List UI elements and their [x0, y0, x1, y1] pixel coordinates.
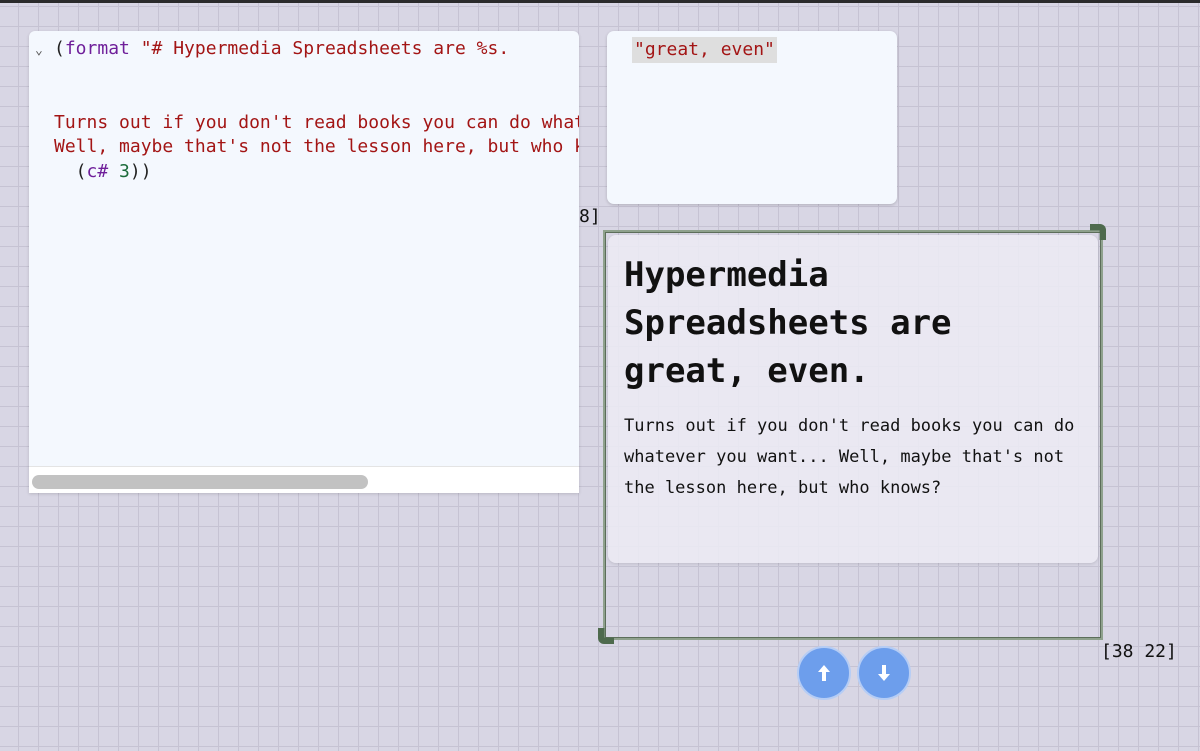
- arrow-down-icon: [878, 665, 890, 681]
- move-up-button[interactable]: [797, 646, 851, 700]
- value-string: "great, even": [632, 37, 777, 63]
- preview-heading: Hypermedia Spreadsheets are great, even.: [624, 255, 952, 391]
- code-text[interactable]: (format "# Hypermedia Spreadsheets are %…: [54, 37, 579, 184]
- selection-coordinate: [38 22]: [1101, 641, 1177, 662]
- code-editor[interactable]: ⌄ (format "# Hypermedia Spreadsheets are…: [29, 31, 579, 493]
- code-keyword-format: format: [64, 38, 130, 59]
- code-paren-open: (: [54, 160, 87, 182]
- code-number: 3: [119, 160, 130, 182]
- code-line-5: Well, maybe that's not the lesson here, …: [54, 136, 579, 157]
- horizontal-scrollbar[interactable]: [29, 466, 579, 493]
- code-paren-close: )): [129, 160, 152, 182]
- value-cell[interactable]: "great, even": [607, 31, 897, 204]
- top-border: [0, 0, 1200, 3]
- cell-coordinate-partial: 8]: [579, 206, 601, 227]
- arrow-up-icon: [818, 665, 830, 681]
- move-down-button[interactable]: [857, 646, 911, 700]
- markdown-preview: Hypermedia Spreadsheets are great, even.…: [608, 235, 1098, 563]
- fold-chevron-icon[interactable]: ⌄: [35, 43, 43, 58]
- code-keyword-cell-ref: c#: [86, 160, 109, 182]
- preview-body: Turns out if you don't read books you ca…: [624, 416, 1075, 498]
- scrollbar-thumb[interactable]: [32, 475, 368, 489]
- code-format-string: "# Hypermedia Spreadsheets are %s.: [129, 38, 510, 59]
- code-paren: (: [54, 38, 65, 59]
- code-line-4: Turns out if you don't read books you ca…: [54, 111, 579, 133]
